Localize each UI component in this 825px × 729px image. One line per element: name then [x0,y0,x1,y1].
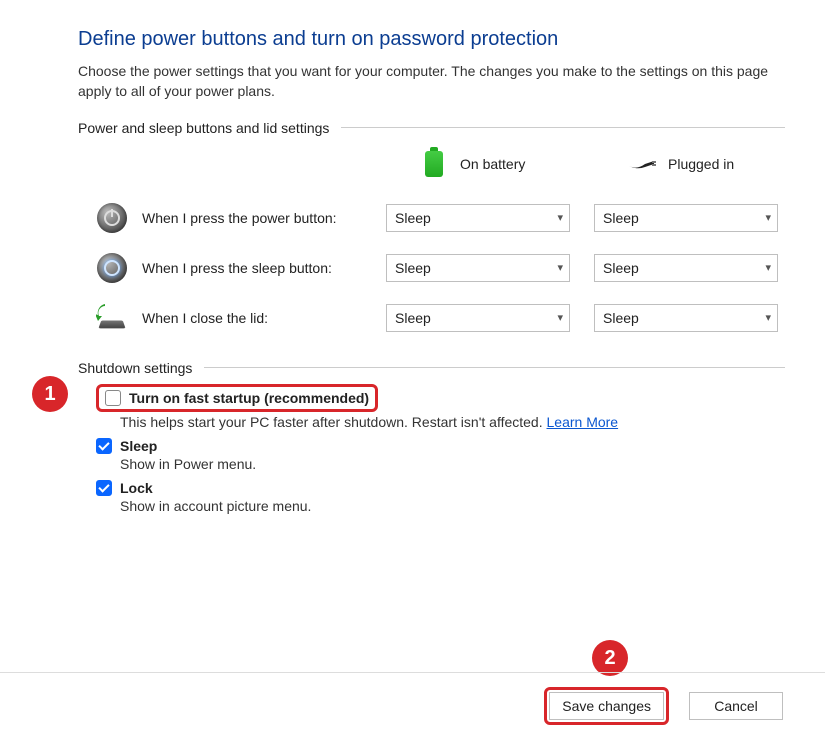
select-lid-plugged[interactable]: Sleep ▾ [594,304,778,332]
select-sleep-plugged[interactable]: Sleep ▾ [594,254,778,282]
fast-startup-desc-text: This helps start your PC faster after sh… [120,414,547,430]
col-plugged-in-label: Plugged in [668,156,734,172]
chevron-down-icon: ▾ [765,261,771,274]
annotation-1: 1 [32,376,68,412]
fast-startup-label: Turn on fast startup (recommended) [129,390,369,406]
sleep-item-desc: Show in Power menu. [120,456,785,472]
chevron-down-icon: ▾ [557,311,563,324]
plug-icon [626,148,658,180]
chevron-down-icon: ▾ [765,311,771,324]
row-sleep-label: When I press the sleep button: [142,260,332,276]
chevron-down-icon: ▾ [557,211,563,224]
section-buttons-lid-label: Power and sleep buttons and lid settings [78,120,329,136]
checkbox-fast-startup[interactable] [105,390,121,406]
battery-icon [425,151,443,177]
select-sleep-battery-value: Sleep [395,260,431,276]
checkbox-lock[interactable] [96,480,112,496]
select-lid-plugged-value: Sleep [603,310,639,326]
annotation-2: 2 [592,640,628,676]
select-lid-battery-value: Sleep [395,310,431,326]
shutdown-item-sleep: Sleep Show in Power menu. [78,438,785,472]
chevron-down-icon: ▾ [557,261,563,274]
section-shutdown-label: Shutdown settings [78,360,192,376]
power-button-icon [97,203,127,233]
select-power-battery-value: Sleep [395,210,431,226]
row-lid-label: When I close the lid: [142,310,268,326]
divider [341,127,785,128]
row-power-label: When I press the power button: [142,210,337,226]
col-on-battery: On battery [386,144,570,184]
col-on-battery-label: On battery [460,156,525,172]
save-changes-button[interactable]: Save changes [549,692,664,720]
select-sleep-battery[interactable]: Sleep ▾ [386,254,570,282]
fast-startup-desc: This helps start your PC faster after sh… [120,414,785,430]
select-sleep-plugged-value: Sleep [603,260,639,276]
sleep-button-icon [97,253,127,283]
intro-text: Choose the power settings that you want … [78,61,785,102]
col-plugged-in: Plugged in [594,144,778,184]
sleep-item-label: Sleep [120,438,157,454]
cancel-button[interactable]: Cancel [689,692,783,720]
learn-more-link[interactable]: Learn More [547,414,619,430]
select-power-plugged-value: Sleep [603,210,639,226]
select-power-battery[interactable]: Sleep ▾ [386,204,570,232]
shutdown-item-lock: Lock Show in account picture menu. [78,480,785,514]
divider [204,367,785,368]
chevron-down-icon: ▾ [765,211,771,224]
lock-item-desc: Show in account picture menu. [120,498,785,514]
page-title: Define power buttons and turn on passwor… [78,28,785,51]
annotation-box-1: Turn on fast startup (recommended) [96,384,378,412]
checkbox-sleep[interactable] [96,438,112,454]
select-lid-battery[interactable]: Sleep ▾ [386,304,570,332]
lid-icon [96,304,128,332]
section-shutdown: Shutdown settings [78,360,785,376]
annotation-box-2: Save changes [544,687,669,725]
lock-item-label: Lock [120,480,153,496]
select-power-plugged[interactable]: Sleep ▾ [594,204,778,232]
shutdown-item-fast-startup: Turn on fast startup (recommended) This … [78,384,785,430]
divider [0,672,825,673]
section-buttons-lid: Power and sleep buttons and lid settings [78,120,785,136]
